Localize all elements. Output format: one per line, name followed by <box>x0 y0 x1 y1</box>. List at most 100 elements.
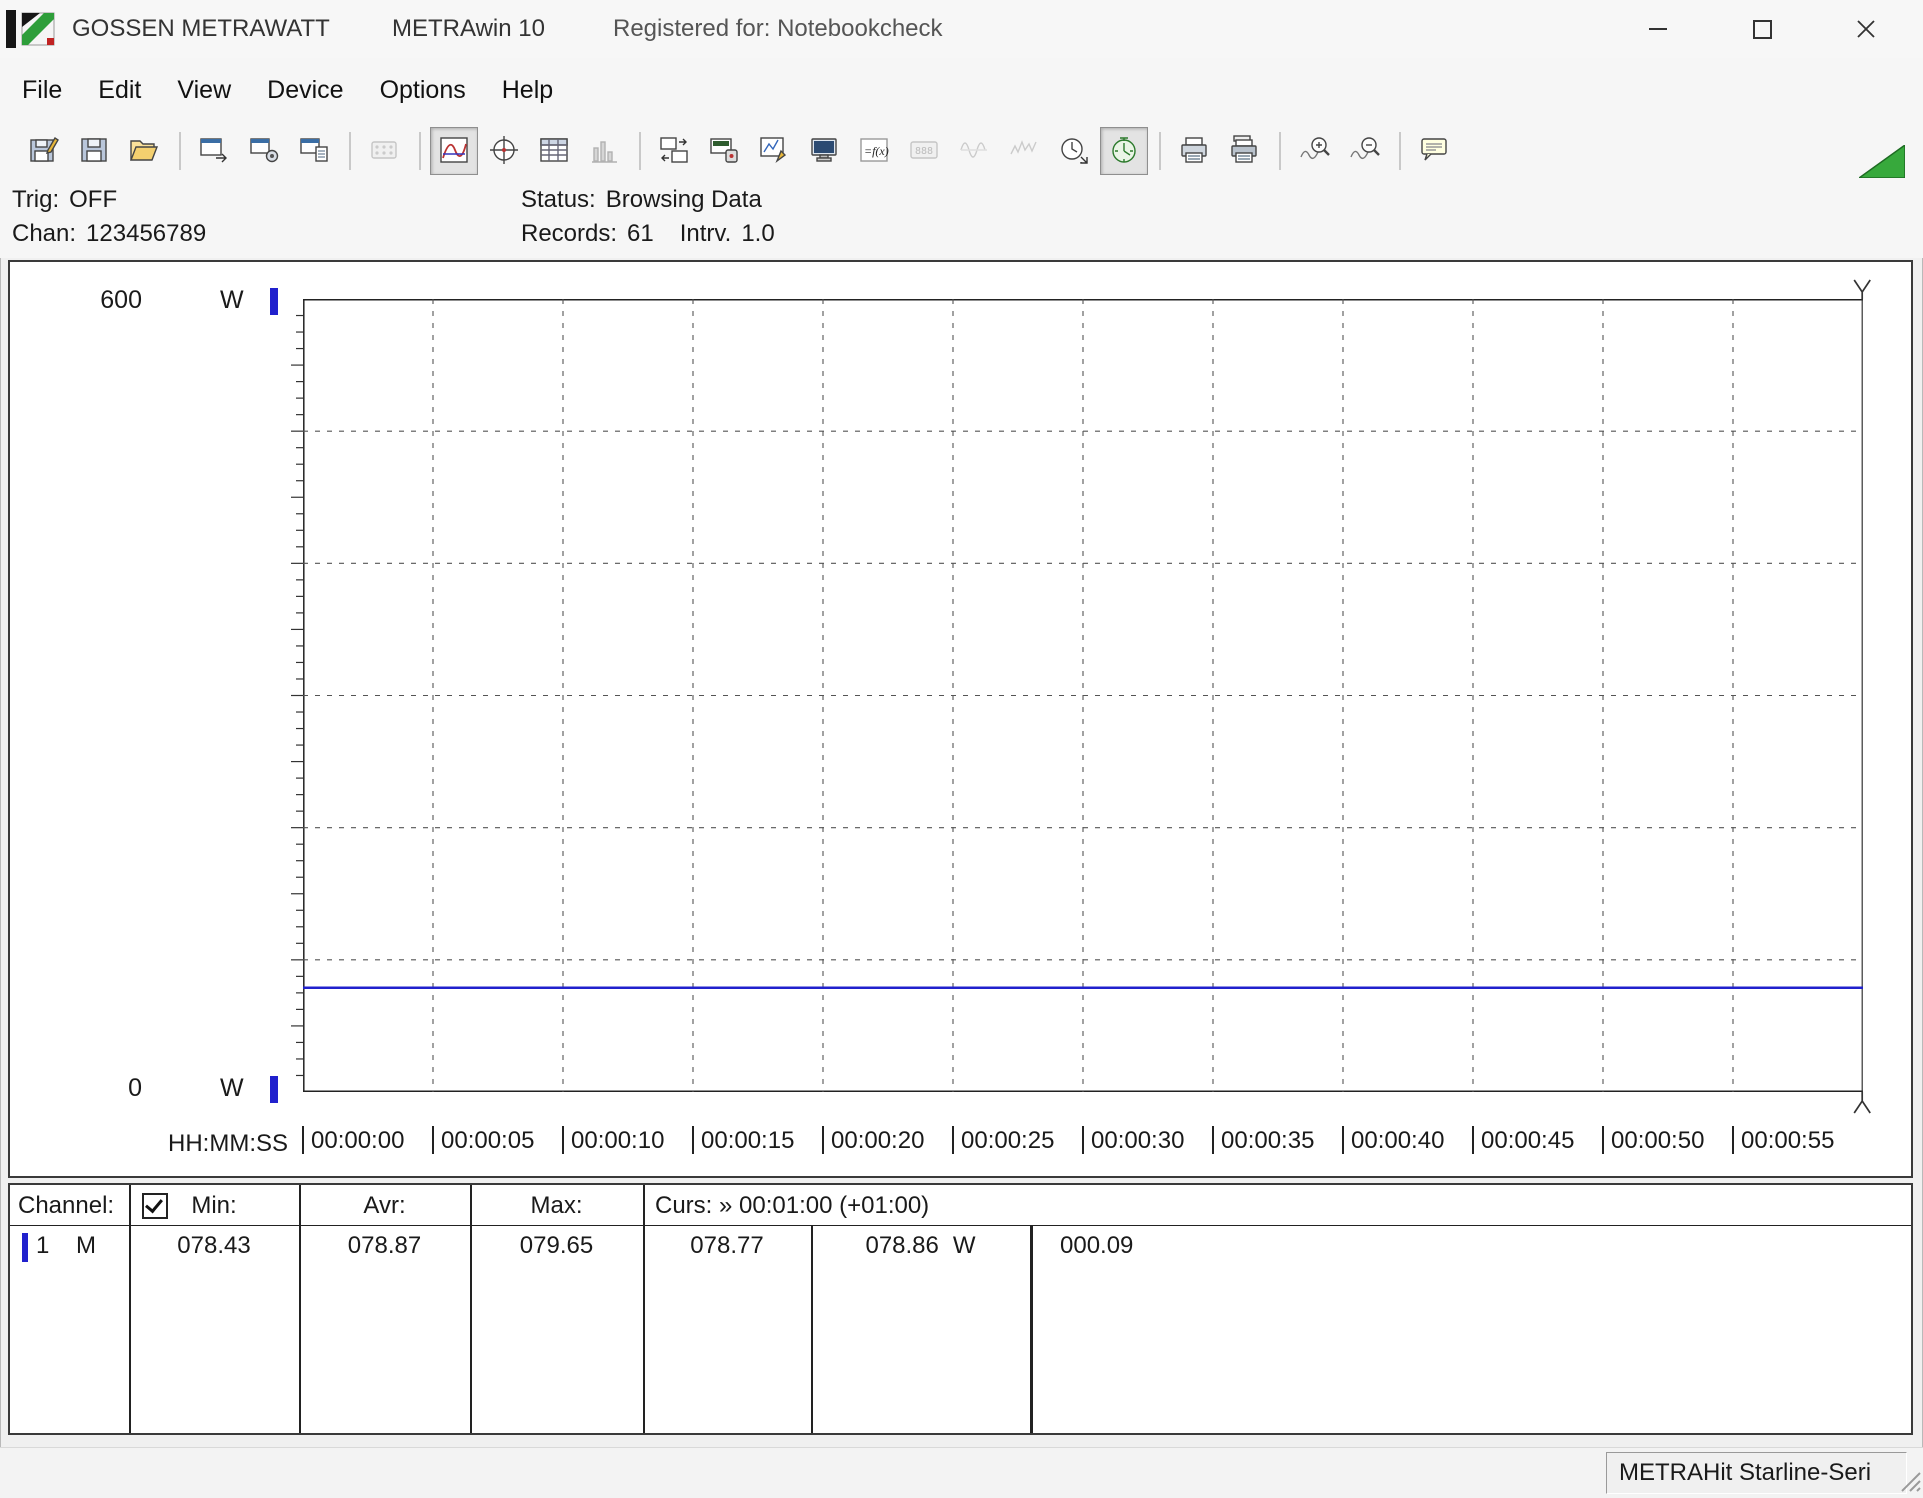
open-button[interactable] <box>120 127 168 175</box>
x-tick-mark <box>1602 1126 1604 1154</box>
numeric-display-button[interactable] <box>360 127 408 175</box>
records-value: 61 <box>627 220 654 247</box>
x-tick-label: 00:00:45 <box>1472 1126 1574 1156</box>
export-image-button[interactable] <box>240 127 288 175</box>
table-view-button[interactable] <box>530 127 578 175</box>
fx-icon: =f(x) <box>858 134 890 169</box>
smooth-button[interactable] <box>1000 127 1048 175</box>
export-report-button[interactable] <box>290 127 338 175</box>
title-bar[interactable]: GOSSEN METRAWATT METRAwin 10 Registered … <box>0 0 1923 58</box>
channel-value: 123456789 <box>86 220 206 247</box>
device-name-box: METRAHit Starline-Seri <box>1606 1452 1907 1494</box>
print-preview-button[interactable] <box>1220 127 1268 175</box>
chart-plot-area[interactable] <box>303 299 1863 1092</box>
header-avr: Avr: <box>299 1192 470 1220</box>
print-button[interactable] <box>1170 127 1218 175</box>
menu-bar: FileEditViewDeviceOptionsHelp <box>0 58 1923 122</box>
header-min: Min: <box>129 1192 299 1220</box>
bar-view-button[interactable] <box>580 127 628 175</box>
clock-button[interactable] <box>1050 127 1098 175</box>
close-icon <box>1856 19 1876 39</box>
x-tick-label: 00:00:30 <box>1082 1126 1184 1156</box>
table-divider <box>643 1185 645 1433</box>
keypad-icon <box>368 134 400 169</box>
wave2-icon <box>1008 134 1040 169</box>
app-logo-icon <box>6 10 56 53</box>
zoom-out-icon <box>1348 134 1380 169</box>
table-divider <box>299 1185 301 1433</box>
status-value: Browsing Data <box>606 186 762 213</box>
window-doc-icon <box>298 134 330 169</box>
toolbar-separator <box>419 132 421 170</box>
toolbar-separator <box>1159 132 1161 170</box>
cell-avr-value: 078.87 <box>299 1232 470 1260</box>
x-tick-mark <box>1082 1126 1084 1154</box>
monitor-button[interactable] <box>800 127 848 175</box>
barchart-icon <box>588 134 620 169</box>
save-as-button[interactable] <box>70 127 118 175</box>
scope-view-button[interactable] <box>480 127 528 175</box>
device-control-button[interactable] <box>700 127 748 175</box>
maximize-button[interactable] <box>1729 0 1795 58</box>
toolbar-separator <box>179 132 181 170</box>
x-tick-mark <box>692 1126 694 1154</box>
zoom-in-button[interactable] <box>1290 127 1338 175</box>
transfer-button[interactable] <box>650 127 698 175</box>
minimize-icon <box>1649 28 1667 30</box>
header-channel: Channel: <box>18 1192 114 1220</box>
envelope-button[interactable] <box>950 127 998 175</box>
table-header-underline <box>10 1225 1911 1226</box>
window-camera-icon <box>248 134 280 169</box>
x-tick-mark <box>432 1126 434 1154</box>
save-button[interactable] <box>20 127 68 175</box>
status-bar: METRAHit Starline-Seri <box>0 1447 1923 1498</box>
window-device-icon <box>708 134 740 169</box>
table-divider <box>129 1185 131 1433</box>
header-cursor: Curs: » 00:01:00 (+01:00) <box>655 1192 929 1220</box>
window-arrows-icon <box>658 134 690 169</box>
app-status: Status:Browsing Data <box>521 186 762 214</box>
table-divider <box>1030 1226 1033 1433</box>
zoom-in-icon <box>1298 134 1330 169</box>
curve-icon <box>438 134 470 169</box>
close-button[interactable] <box>1833 0 1899 58</box>
records-status: Records:61Intrv.1.0 <box>521 220 775 248</box>
channel-label: Chan: <box>12 220 76 247</box>
y-axis-unit-top: W <box>220 286 244 315</box>
x-tick-label: 00:00:55 <box>1732 1126 1834 1156</box>
title-brand: GOSSEN METRAWATT <box>72 15 330 43</box>
zoom-out-button[interactable] <box>1340 127 1388 175</box>
cell-max-value: 079.65 <box>470 1232 643 1260</box>
x-tick-label: 00:00:35 <box>1212 1126 1314 1156</box>
cell-delta-value: 000.09 <box>1060 1232 1133 1260</box>
menu-view[interactable]: View <box>159 59 249 121</box>
device-display-button[interactable]: 888 <box>900 127 948 175</box>
interval-label: Intrv. <box>680 220 732 247</box>
cell-channel-number: 1 <box>36 1232 49 1260</box>
minimize-button[interactable] <box>1625 0 1691 58</box>
toolbar-separator <box>1279 132 1281 170</box>
resize-grip[interactable] <box>1898 1469 1922 1498</box>
menu-options[interactable]: Options <box>362 59 484 121</box>
chart-config-icon <box>758 134 790 169</box>
title-app-name: METRAwin 10 <box>392 15 545 43</box>
menu-edit[interactable]: Edit <box>80 59 159 121</box>
function-button[interactable]: =f(x) <box>850 127 898 175</box>
menu-help[interactable]: Help <box>484 59 571 121</box>
menu-file[interactable]: File <box>4 59 80 121</box>
channel-color-marker-top <box>270 288 278 315</box>
menu-device[interactable]: Device <box>249 59 361 121</box>
chart-config-button[interactable] <box>750 127 798 175</box>
lcd-icon: 888 <box>908 134 940 169</box>
note-icon <box>1418 134 1450 169</box>
y-axis-unit-bottom: W <box>220 1074 244 1103</box>
timer-button[interactable] <box>1100 127 1148 175</box>
x-tick-mark <box>562 1126 564 1154</box>
chart-view-button[interactable] <box>430 127 478 175</box>
svg-text:=f(x): =f(x) <box>864 144 889 158</box>
header-max: Max: <box>470 1192 643 1220</box>
x-tick-label: 00:00:40 <box>1342 1126 1444 1156</box>
current-value: 078.86 <box>865 1232 938 1259</box>
comment-button[interactable] <box>1410 127 1458 175</box>
export-data-button[interactable] <box>190 127 238 175</box>
